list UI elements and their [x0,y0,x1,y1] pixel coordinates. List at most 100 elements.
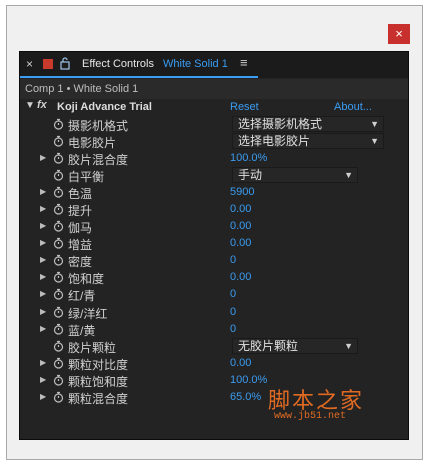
param-value[interactable]: 0 [230,323,236,335]
param-row: ▶ 提升 0.00 [20,201,408,218]
dropdown-selected-value: 手动 [238,168,263,183]
param-label: 绿/洋红 [68,306,108,321]
param-label: 颗粒对比度 [68,357,129,372]
param-row: 白平衡 手动 ▼ [20,167,408,184]
param-value[interactable]: 0.00 [230,271,251,283]
active-tab-indicator [20,76,258,78]
stopwatch-icon[interactable] [53,152,64,164]
param-row: ▶ 饱和度 0.00 [20,269,408,286]
param-value[interactable]: 0 [230,306,236,318]
param-value[interactable]: 0.00 [230,220,251,232]
stopwatch-icon[interactable] [53,288,64,301]
param-dropdown[interactable]: 选择电影胶片 ▼ [232,133,384,150]
layer-color-swatch [43,59,53,69]
expand-arrow-icon[interactable]: ▶ [40,272,46,281]
close-button[interactable]: × [388,24,410,44]
stopwatch-icon[interactable] [53,169,64,181]
stopwatch-icon[interactable] [53,323,64,335]
expand-arrow-icon[interactable]: ▶ [40,204,46,213]
param-row: 摄影机格式 选择摄影机格式 ▼ [20,116,408,133]
param-label: 提升 [68,204,93,219]
param-row: ▶ 增益 0.00 [20,235,408,252]
param-value[interactable]: 65.0% [230,391,261,403]
stopwatch-icon[interactable] [53,220,64,232]
stopwatch-icon[interactable] [53,254,64,266]
param-value[interactable]: 0.00 [230,203,251,215]
param-row: ▶ 红/青 0 [20,286,408,303]
stopwatch-icon[interactable] [53,237,64,249]
panel-tab-bar: × Effect Controls White Solid 1 ≡ [20,52,408,78]
expand-arrow-icon[interactable]: ▶ [40,255,46,264]
stopwatch-icon[interactable] [53,391,64,403]
watermark: 脚本之家 www.jb51.net [268,383,364,422]
stopwatch-icon[interactable] [53,186,64,198]
param-value[interactable]: 0.00 [230,357,251,369]
param-row: ▶ 伽马 0.00 [20,218,408,235]
param-value[interactable]: 5900 [230,186,254,198]
parameter-list: 摄影机格式 选择摄影机格式 ▼ 电影胶片 选择电影胶片 ▼ ▶ 胶片混合度 100.0% 白平衡 手… [20,116,408,406]
dropdown-selected-value: 选择电影胶片 [238,134,311,149]
watermark-url: www.jb51.net [274,411,347,422]
param-value[interactable]: 0 [230,254,236,266]
about-link[interactable]: About... [334,101,372,113]
param-row: 胶片颗粒 无胶片颗粒 ▼ [20,337,408,355]
param-row: ▶ 色温 5900 [20,184,408,201]
reset-link[interactable]: Reset [230,101,259,113]
stopwatch-icon[interactable] [53,135,64,147]
panel-menu-icon[interactable]: ≡ [240,55,248,70]
dropdown-selected-value: 选择摄影机格式 [238,117,323,131]
param-value[interactable]: 0 [230,288,236,300]
expand-arrow-icon[interactable]: ▶ [40,238,46,247]
expand-arrow-icon[interactable]: ▶ [40,375,46,384]
param-dropdown[interactable]: 手动 ▼ [232,167,358,184]
param-label: 增益 [68,238,93,253]
tab-layer-name: White Solid 1 [163,58,228,70]
fx-toggle-icon[interactable]: fx [37,99,47,111]
effect-name: Koji Advance Trial [57,101,152,113]
expand-arrow-icon[interactable]: ▶ [40,358,46,367]
chevron-down-icon: ▼ [370,119,379,129]
param-value[interactable]: 100.0% [230,374,267,386]
effect-collapse-toggle[interactable]: ▼ [25,100,35,111]
param-label: 胶片混合度 [68,153,129,168]
chevron-down-icon: ▼ [344,170,353,181]
expand-arrow-icon[interactable]: ▶ [40,221,46,230]
param-label: 摄影机格式 [68,119,129,133]
param-label: 饱和度 [68,272,105,287]
param-label: 白平衡 [68,170,105,185]
stopwatch-icon[interactable] [53,271,64,284]
stopwatch-icon[interactable] [53,306,64,318]
param-label: 红/青 [68,289,96,304]
lock-icon[interactable] [60,57,70,70]
stopwatch-icon[interactable] [53,340,64,352]
expand-arrow-icon[interactable]: ▶ [40,307,46,316]
param-label: 蓝/黄 [68,323,96,338]
param-dropdown[interactable]: 选择摄影机格式 ▼ [232,116,384,132]
param-row: ▶ 绿/洋红 0 [20,304,408,321]
param-row: ▶ 蓝/黄 0 [20,321,408,338]
param-label: 颗粒饱和度 [68,374,129,389]
param-label: 电影胶片 [68,136,117,151]
param-label: 色温 [68,187,93,202]
stopwatch-icon[interactable] [53,357,64,369]
tab-close-icon[interactable]: × [26,57,33,71]
param-label: 密度 [68,255,93,270]
expand-arrow-icon[interactable]: ▶ [40,289,46,298]
stopwatch-icon[interactable] [53,374,64,386]
param-row: ▶ 密度 0 [20,252,408,269]
param-value[interactable]: 100.0% [230,152,267,164]
stopwatch-icon[interactable] [53,203,64,215]
expand-arrow-icon[interactable]: ▶ [40,324,46,333]
expand-arrow-icon[interactable]: ▶ [40,153,46,162]
stopwatch-icon[interactable] [53,118,64,130]
breadcrumb: Comp 1 • White Solid 1 [20,79,408,99]
param-value[interactable]: 0.00 [230,237,251,249]
param-row: 电影胶片 选择电影胶片 ▼ [20,133,408,150]
param-dropdown[interactable]: 无胶片颗粒 ▼ [232,337,358,354]
chevron-down-icon: ▼ [370,136,379,147]
tab-effect-controls[interactable]: Effect Controls [82,58,154,70]
param-row: ▶ 颗粒对比度 0.00 [20,355,408,372]
expand-arrow-icon[interactable]: ▶ [40,392,46,401]
param-label: 胶片颗粒 [68,340,117,355]
expand-arrow-icon[interactable]: ▶ [40,187,46,196]
